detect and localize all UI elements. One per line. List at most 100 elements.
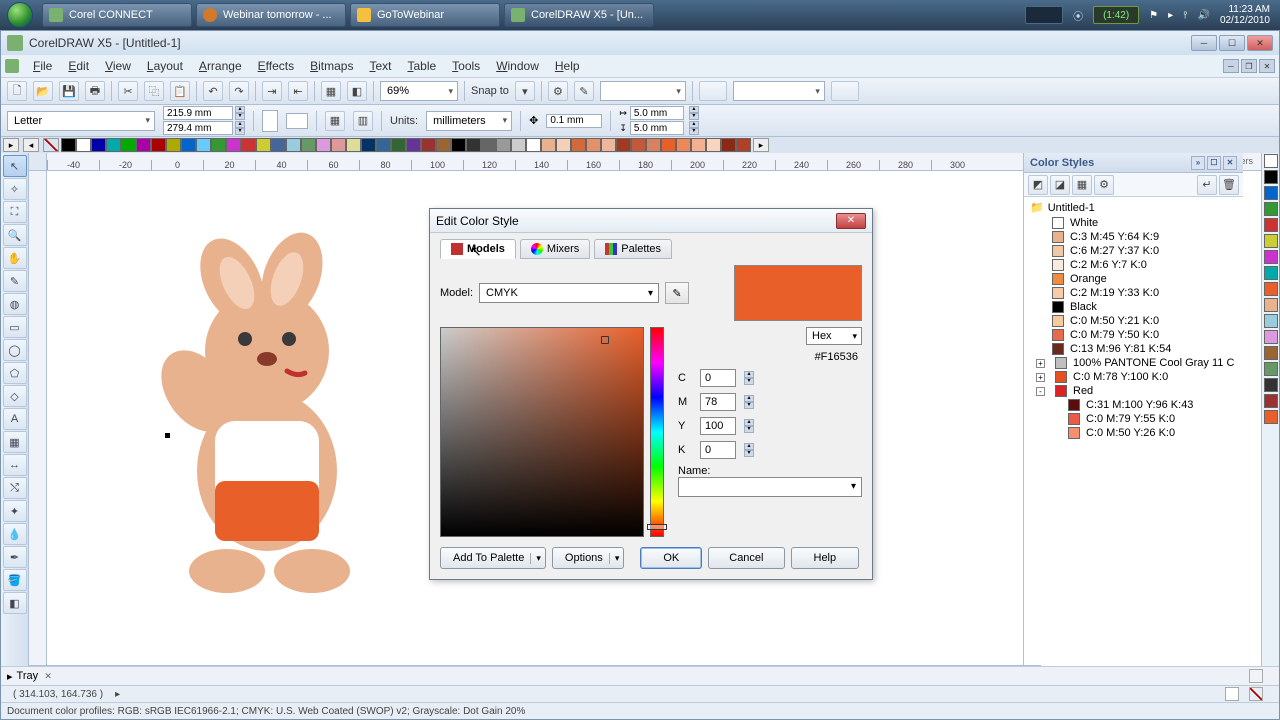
palette-swatch[interactable]	[1264, 186, 1278, 200]
fill-tool[interactable]: 🪣	[3, 569, 27, 591]
color-style-item[interactable]: +100% PANTONE Cool Gray 11 C	[1024, 356, 1243, 370]
nudge-input[interactable]: 0.1 mm	[546, 114, 602, 128]
menu-effects[interactable]: Effects	[250, 57, 302, 75]
palette-swatch[interactable]	[1264, 410, 1278, 424]
palette-swatch[interactable]	[1264, 154, 1278, 168]
palette-swatch[interactable]	[196, 138, 211, 152]
palette-swatch[interactable]	[541, 138, 556, 152]
fill-combo[interactable]	[733, 81, 825, 101]
color-style-item[interactable]: C:6 M:27 Y:37 K:0	[1024, 244, 1243, 258]
clock[interactable]: 11:23 AM02/12/2010	[1220, 4, 1270, 26]
add-to-palette-button[interactable]: Add To Palette	[440, 547, 546, 569]
sv-marker[interactable]	[601, 336, 609, 344]
close-button[interactable]: ✕	[1247, 35, 1273, 51]
color-style-item[interactable]: +C:0 M:78 Y:100 K:0	[1024, 370, 1243, 384]
tree-root[interactable]: 📁 Untitled-1	[1024, 199, 1243, 216]
new-color-style-button[interactable]: ◩	[1028, 175, 1048, 195]
eyedropper-button[interactable]: ✎	[665, 282, 689, 304]
palette-swatch[interactable]	[1264, 330, 1278, 344]
landscape-button[interactable]	[286, 113, 308, 129]
color-style-item[interactable]: White	[1024, 216, 1243, 230]
c-input[interactable]: 0	[700, 369, 736, 387]
name-combo[interactable]	[678, 477, 862, 497]
page-width-input[interactable]: 215.9 mm	[163, 106, 233, 120]
doc-close-button[interactable]: ✕	[1259, 59, 1275, 73]
wifi-icon[interactable]: ⦿	[1073, 8, 1083, 23]
text-tool[interactable]: A	[3, 408, 27, 430]
connector-tool[interactable]: ⤭	[3, 477, 27, 499]
tree-expand-icon[interactable]: +	[1036, 373, 1045, 382]
selection-handle[interactable]	[165, 433, 170, 438]
palette-swatch[interactable]	[1264, 346, 1278, 360]
palette-swatch[interactable]	[286, 138, 301, 152]
ruler-vertical[interactable]	[29, 171, 47, 719]
print-button[interactable]: 🖶	[85, 81, 105, 101]
m-input[interactable]: 78	[700, 393, 736, 411]
width-down[interactable]: ▾	[235, 113, 245, 120]
auto-create-button[interactable]: ⚙	[1094, 175, 1114, 195]
y-input[interactable]: 100	[700, 417, 736, 435]
palette-swatch[interactable]	[136, 138, 151, 152]
palette-swatch[interactable]	[121, 138, 136, 152]
timer-indicator[interactable]: (1:42)	[1093, 6, 1139, 24]
paper-combo[interactable]: Letter	[7, 111, 155, 131]
redo-button[interactable]: ↷	[229, 81, 249, 101]
palette-swatch[interactable]	[601, 138, 616, 152]
tab-palettes[interactable]: Palettes	[594, 239, 672, 259]
apply-style-button[interactable]: ↵	[1197, 175, 1217, 195]
menu-layout[interactable]: Layout	[139, 57, 191, 75]
smart-fill-tool[interactable]: ◍	[3, 293, 27, 315]
palette-none-swatch[interactable]	[43, 138, 59, 152]
zoom-tool[interactable]: 🔍	[3, 224, 27, 246]
palette-swatch[interactable]	[466, 138, 481, 152]
palette-swatch[interactable]	[226, 138, 241, 152]
shape-tool[interactable]: ✧	[3, 178, 27, 200]
palette-swatch[interactable]	[376, 138, 391, 152]
app-launcher-button[interactable]: ▦	[321, 81, 341, 101]
new-button[interactable]: 🗋	[7, 81, 27, 101]
palette-swatch[interactable]	[616, 138, 631, 152]
table-tool[interactable]: ▦	[3, 431, 27, 453]
pick-tool[interactable]: ↖	[3, 155, 27, 177]
welcome-button[interactable]: ◧	[347, 81, 367, 101]
paste-button[interactable]: 📋	[170, 81, 190, 101]
crop-tool[interactable]: ⛶	[3, 201, 27, 223]
saturation-value-picker[interactable]	[440, 327, 644, 537]
volume-icon[interactable]: 🔊	[1197, 10, 1209, 21]
palette-swatch[interactable]	[1264, 266, 1278, 280]
palette-swatch[interactable]	[481, 138, 496, 152]
units-combo[interactable]: millimeters	[426, 111, 512, 131]
edit-color-button[interactable]: ▦	[1072, 175, 1092, 195]
palette-swatch[interactable]	[1264, 362, 1278, 376]
color-style-item[interactable]: C:13 M:96 Y:81 K:54	[1024, 342, 1243, 356]
palette-swatch[interactable]	[76, 138, 91, 152]
hex-mode-combo[interactable]: Hex	[806, 327, 862, 345]
dialog-close-button[interactable]: ✕	[836, 213, 866, 229]
ellipse-tool[interactable]: ◯	[3, 339, 27, 361]
palette-swatch[interactable]	[676, 138, 691, 152]
palette-swatch[interactable]	[301, 138, 316, 152]
palette-swatch[interactable]	[406, 138, 421, 152]
dialog-titlebar[interactable]: Edit Color Style ✕	[430, 209, 872, 233]
help-button[interactable]: Help	[791, 547, 860, 569]
snap-dropdown[interactable]: ▾	[515, 81, 535, 101]
palette-swatch[interactable]	[1264, 314, 1278, 328]
menu-file[interactable]: File	[25, 57, 60, 75]
task-corel-connect[interactable]: Corel CONNECT	[42, 3, 192, 27]
doc-restore-button[interactable]: ❐	[1241, 59, 1257, 73]
page-height-input[interactable]: 279.4 mm	[163, 121, 233, 135]
palette-swatch[interactable]	[181, 138, 196, 152]
open-button[interactable]: 📂	[33, 81, 53, 101]
palette-swatch[interactable]	[1264, 378, 1278, 392]
menu-table[interactable]: Table	[399, 57, 444, 75]
color-style-item[interactable]: C:2 M:19 Y:33 K:0	[1024, 286, 1243, 300]
doc-minimize-button[interactable]: ─	[1223, 59, 1239, 73]
palette-swatch[interactable]	[526, 138, 541, 152]
hint-combo[interactable]	[600, 81, 686, 101]
menu-text[interactable]: Text	[361, 57, 399, 75]
palette-swatch[interactable]	[661, 138, 676, 152]
interactive-tool[interactable]: ✦	[3, 500, 27, 522]
options-button[interactable]: Options	[552, 547, 624, 569]
palette-swatch[interactable]	[331, 138, 346, 152]
hue-slider[interactable]	[650, 327, 664, 537]
